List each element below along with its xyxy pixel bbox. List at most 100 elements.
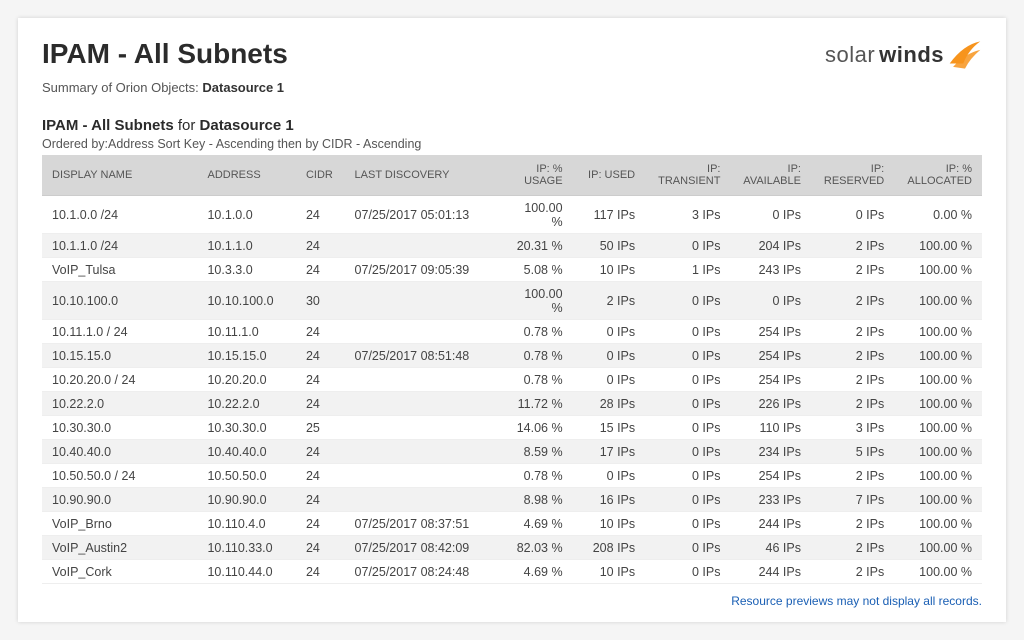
cell-last-discovery: 07/25/2017 08:37:51 — [345, 512, 500, 536]
col-available[interactable]: IP: AVAILABLE — [730, 155, 811, 196]
cell-available: 0 IPs — [730, 196, 811, 234]
cell-used: 10 IPs — [573, 512, 646, 536]
solarwinds-icon — [948, 38, 982, 72]
cell-last-discovery: 07/25/2017 05:01:13 — [345, 196, 500, 234]
col-pct-usage[interactable]: IP: % USAGE — [500, 155, 573, 196]
cell-address: 10.1.0.0 — [197, 196, 295, 234]
cell-address: 10.50.50.0 — [197, 464, 295, 488]
cell-available: 244 IPs — [730, 512, 811, 536]
table-row[interactable]: 10.1.1.0 /2410.1.1.02420.31 %50 IPs0 IPs… — [42, 234, 982, 258]
cell-pct-allocated: 100.00 % — [894, 282, 982, 320]
cell-address: 10.11.1.0 — [197, 320, 295, 344]
cell-address: 10.22.2.0 — [197, 392, 295, 416]
cell-reserved: 2 IPs — [811, 536, 894, 560]
table-row[interactable]: 10.22.2.010.22.2.02411.72 %28 IPs0 IPs22… — [42, 392, 982, 416]
table-row[interactable]: 10.50.50.0 / 2410.50.50.0240.78 %0 IPs0 … — [42, 464, 982, 488]
cell-cidr: 24 — [296, 344, 345, 368]
table-row[interactable]: VoIP_Brno10.110.4.02407/25/2017 08:37:51… — [42, 512, 982, 536]
cell-pct-usage: 4.69 % — [500, 512, 573, 536]
table-row[interactable]: 10.10.100.010.10.100.030100.00 %2 IPs0 I… — [42, 282, 982, 320]
cell-cidr: 24 — [296, 560, 345, 584]
table-body: 10.1.0.0 /2410.1.0.02407/25/2017 05:01:1… — [42, 196, 982, 584]
cell-available: 234 IPs — [730, 440, 811, 464]
cell-display-name: 10.90.90.0 — [42, 488, 197, 512]
table-header-row: DISPLAY NAME ADDRESS CIDR LAST DISCOVERY… — [42, 155, 982, 196]
cell-cidr: 24 — [296, 258, 345, 282]
col-reserved[interactable]: IP: RESERVED — [811, 155, 894, 196]
cell-used: 17 IPs — [573, 440, 646, 464]
cell-cidr: 24 — [296, 536, 345, 560]
summary-prefix: Summary of Orion Objects: — [42, 80, 202, 95]
col-cidr[interactable]: CIDR — [296, 155, 345, 196]
cell-pct-usage: 0.78 % — [500, 344, 573, 368]
cell-address: 10.90.90.0 — [197, 488, 295, 512]
cell-transient: 1 IPs — [645, 258, 730, 282]
cell-pct-usage: 0.78 % — [500, 464, 573, 488]
cell-display-name: 10.1.0.0 /24 — [42, 196, 197, 234]
logo-text-thin: solar — [825, 42, 875, 68]
table-row[interactable]: 10.11.1.0 / 2410.11.1.0240.78 %0 IPs0 IP… — [42, 320, 982, 344]
cell-pct-allocated: 100.00 % — [894, 368, 982, 392]
cell-pct-allocated: 100.00 % — [894, 392, 982, 416]
cell-display-name: VoIP_Cork — [42, 560, 197, 584]
cell-transient: 0 IPs — [645, 282, 730, 320]
cell-pct-allocated: 100.00 % — [894, 258, 982, 282]
cell-available: 204 IPs — [730, 234, 811, 258]
cell-pct-usage: 11.72 % — [500, 392, 573, 416]
cell-reserved: 2 IPs — [811, 464, 894, 488]
cell-reserved: 2 IPs — [811, 344, 894, 368]
table-row[interactable]: VoIP_Cork10.110.44.02407/25/2017 08:24:4… — [42, 560, 982, 584]
col-used[interactable]: IP: USED — [573, 155, 646, 196]
cell-display-name: 10.30.30.0 — [42, 416, 197, 440]
table-row[interactable]: VoIP_Austin210.110.33.02407/25/2017 08:4… — [42, 536, 982, 560]
cell-display-name: 10.40.40.0 — [42, 440, 197, 464]
cell-used: 117 IPs — [573, 196, 646, 234]
cell-available: 254 IPs — [730, 320, 811, 344]
cell-pct-usage: 0.78 % — [500, 320, 573, 344]
cell-address: 10.30.30.0 — [197, 416, 295, 440]
cell-used: 50 IPs — [573, 234, 646, 258]
table-row[interactable]: 10.30.30.010.30.30.02514.06 %15 IPs0 IPs… — [42, 416, 982, 440]
section-for: for — [174, 117, 200, 134]
cell-cidr: 24 — [296, 392, 345, 416]
col-transient[interactable]: IP: TRANSIENT — [645, 155, 730, 196]
col-address[interactable]: ADDRESS — [197, 155, 295, 196]
cell-cidr: 24 — [296, 440, 345, 464]
cell-available: 46 IPs — [730, 536, 811, 560]
cell-reserved: 2 IPs — [811, 282, 894, 320]
cell-last-discovery — [345, 416, 500, 440]
cell-address: 10.15.15.0 — [197, 344, 295, 368]
table-row[interactable]: 10.1.0.0 /2410.1.0.02407/25/2017 05:01:1… — [42, 196, 982, 234]
col-last-discovery[interactable]: LAST DISCOVERY — [345, 155, 500, 196]
col-display-name[interactable]: DISPLAY NAME — [42, 155, 197, 196]
col-pct-allocated[interactable]: IP: % ALLOCATED — [894, 155, 982, 196]
cell-pct-usage: 100.00 % — [500, 196, 573, 234]
table-row[interactable]: 10.40.40.010.40.40.0248.59 %17 IPs0 IPs2… — [42, 440, 982, 464]
solarwinds-logo: solarwinds — [825, 38, 982, 72]
cell-address: 10.110.44.0 — [197, 560, 295, 584]
cell-used: 10 IPs — [573, 258, 646, 282]
cell-cidr: 24 — [296, 464, 345, 488]
cell-available: 243 IPs — [730, 258, 811, 282]
summary-line: Summary of Orion Objects: Datasource 1 — [42, 80, 288, 95]
cell-used: 16 IPs — [573, 488, 646, 512]
cell-cidr: 24 — [296, 368, 345, 392]
table-row[interactable]: 10.20.20.0 / 2410.20.20.0240.78 %0 IPs0 … — [42, 368, 982, 392]
cell-used: 15 IPs — [573, 416, 646, 440]
cell-pct-allocated: 100.00 % — [894, 344, 982, 368]
cell-pct-allocated: 100.00 % — [894, 536, 982, 560]
cell-used: 10 IPs — [573, 560, 646, 584]
section-datasource: Datasource 1 — [200, 117, 294, 134]
cell-cidr: 24 — [296, 234, 345, 258]
cell-address: 10.110.33.0 — [197, 536, 295, 560]
table-row[interactable]: 10.90.90.010.90.90.0248.98 %16 IPs0 IPs2… — [42, 488, 982, 512]
ordered-by: Ordered by:Address Sort Key - Ascending … — [42, 137, 982, 151]
cell-pct-usage: 8.98 % — [500, 488, 573, 512]
cell-pct-usage: 5.08 % — [500, 258, 573, 282]
cell-pct-usage: 82.03 % — [500, 536, 573, 560]
cell-display-name: 10.50.50.0 / 24 — [42, 464, 197, 488]
cell-transient: 0 IPs — [645, 416, 730, 440]
cell-reserved: 3 IPs — [811, 416, 894, 440]
table-row[interactable]: VoIP_Tulsa10.3.3.02407/25/2017 09:05:395… — [42, 258, 982, 282]
table-row[interactable]: 10.15.15.010.15.15.02407/25/2017 08:51:4… — [42, 344, 982, 368]
